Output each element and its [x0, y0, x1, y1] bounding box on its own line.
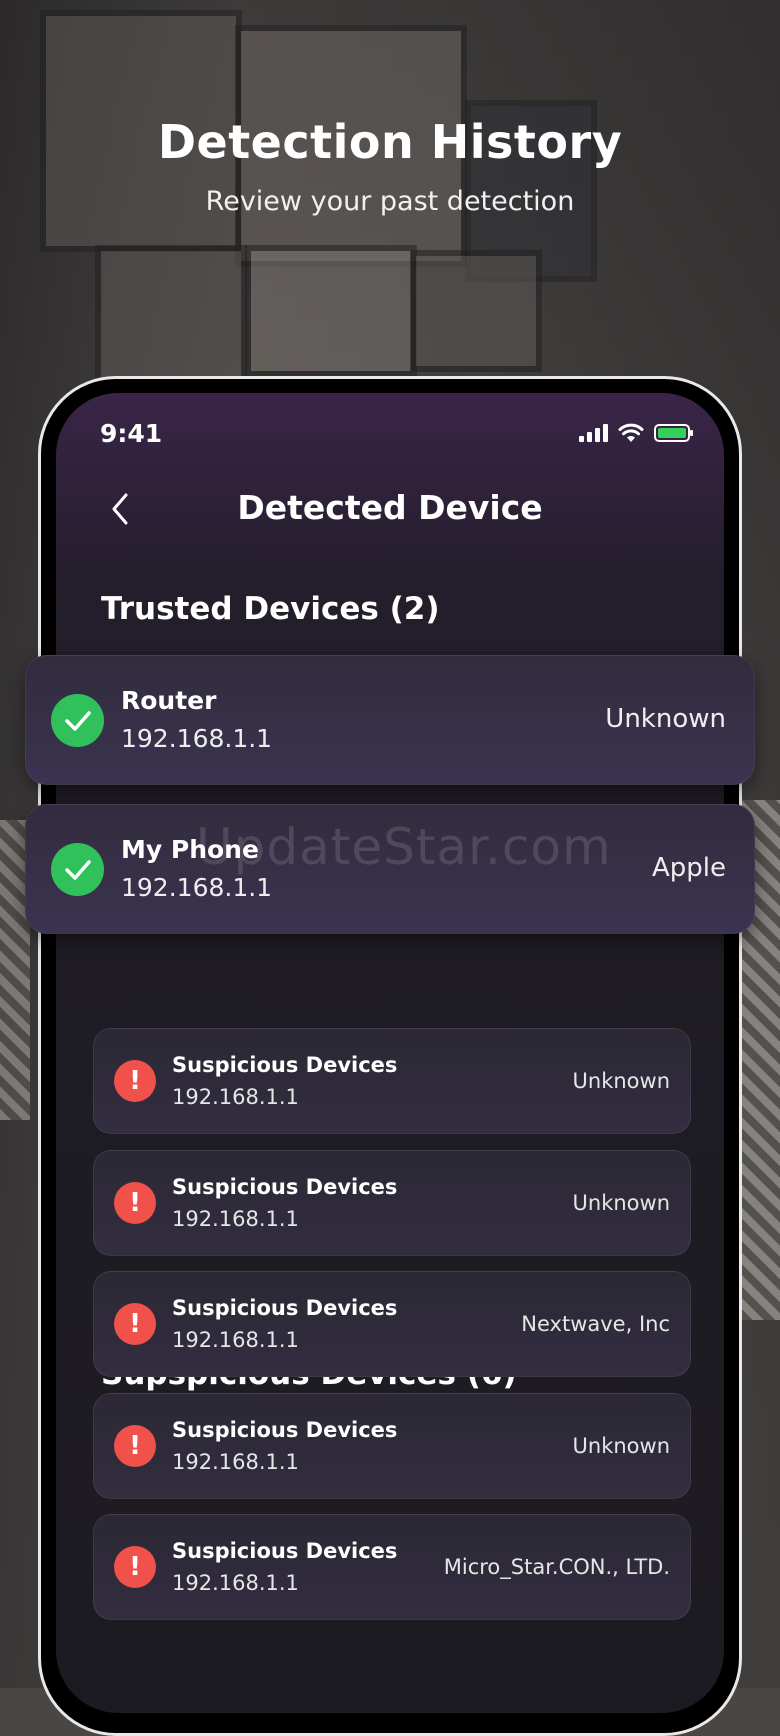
status-icons	[579, 423, 693, 443]
device-vendor: Unknown	[572, 1434, 670, 1458]
watermark-text: UpdateStar.com	[196, 818, 612, 876]
device-ip: 192.168.1.1	[172, 1207, 299, 1231]
alert-icon: !	[114, 1546, 156, 1588]
suspicious-device-card[interactable]: ! Suspicious Devices 192.168.1.1 Nextwav…	[93, 1271, 691, 1377]
hero-subtitle: Review your past detection	[205, 186, 575, 217]
device-ip: 192.168.1.1	[121, 873, 273, 902]
suspicious-device-card[interactable]: ! Suspicious Devices 192.168.1.1 Unknown	[93, 1150, 691, 1256]
device-vendor: Unknown	[572, 1069, 670, 1093]
device-name: Suspicious Devices	[172, 1418, 398, 1442]
check-circle-icon	[51, 843, 104, 896]
trusted-devices-heading: Trusted Devices (2)	[101, 591, 440, 627]
suspicious-device-card[interactable]: ! Suspicious Devices 192.168.1.1 Unknown	[93, 1028, 691, 1134]
device-ip: 192.168.1.1	[172, 1450, 299, 1474]
device-vendor: Unknown	[605, 704, 726, 734]
alert-icon: !	[114, 1425, 156, 1467]
alert-icon: !	[114, 1303, 156, 1345]
device-name: Router	[121, 686, 217, 715]
wall-frame	[245, 245, 417, 377]
page-title: Detected Device	[237, 488, 543, 527]
device-name: Suspicious Devices	[172, 1175, 398, 1199]
suspicious-device-card[interactable]: ! Suspicious Devices 192.168.1.1 Unknown	[93, 1393, 691, 1499]
device-vendor: Apple	[651, 853, 726, 883]
alert-icon: !	[114, 1182, 156, 1224]
alert-icon: !	[114, 1060, 156, 1102]
suspicious-device-card[interactable]: ! Suspicious Devices 192.168.1.1 Micro_S…	[93, 1514, 691, 1620]
status-time: 9:41	[100, 419, 163, 448]
device-ip: 192.168.1.1	[121, 724, 273, 753]
device-name: Suspicious Devices	[172, 1539, 398, 1563]
device-ip: 192.168.1.1	[172, 1085, 299, 1109]
device-ip: 192.168.1.1	[172, 1328, 299, 1352]
check-circle-icon	[51, 694, 104, 747]
wifi-icon	[618, 423, 644, 442]
wall-frame	[410, 250, 542, 372]
wall-frame	[95, 245, 247, 387]
device-vendor: Unknown	[572, 1191, 670, 1215]
cellular-signal-icon	[579, 424, 608, 442]
trusted-device-card[interactable]: Router 192.168.1.1 Unknown	[25, 655, 755, 785]
battery-icon	[654, 424, 693, 442]
device-vendor: Nextwave, Inc	[521, 1312, 670, 1336]
device-name: Suspicious Devices	[172, 1053, 398, 1077]
device-name: Suspicious Devices	[172, 1296, 398, 1320]
device-vendor: Micro_Star.CON., LTD.	[443, 1555, 670, 1579]
hero-title: Detection History	[157, 115, 623, 169]
device-ip: 192.168.1.1	[172, 1571, 299, 1595]
